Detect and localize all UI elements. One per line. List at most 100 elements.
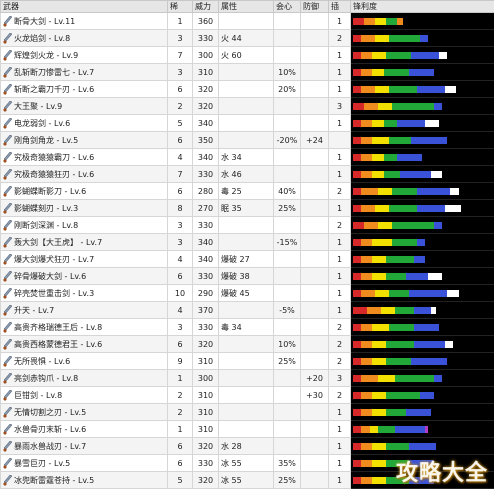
sharpness-segment-blue — [419, 391, 434, 399]
attack-cell: 330 — [192, 318, 219, 336]
table-row[interactable]: 刚断剑深渊 - Lv.8 3 330 2 — [0, 216, 494, 234]
sharpness-bar — [353, 238, 492, 246]
table-row[interactable]: 爆大剑爆犬狂刃 - Lv.7 4 340 爆破 27 1 — [0, 250, 494, 268]
sharpness-segment-red — [353, 51, 362, 59]
table-row[interactable]: 斩断之霸刀千刃 - Lv.6 6 320 20% 1 — [0, 80, 494, 98]
table-row[interactable]: 碎骨爆破大剑 - Lv.6 6 330 爆破 38 1 — [0, 267, 494, 285]
attack-cell: 310 — [192, 403, 219, 421]
slots-cell: 1 — [328, 301, 351, 319]
defense-cell — [300, 284, 329, 302]
sharpness-cell — [350, 437, 494, 455]
sharpness-segment-orange — [361, 255, 373, 263]
header-element[interactable]: 属性 — [218, 0, 274, 13]
sharpness-cell — [350, 233, 494, 251]
sharpness-segment-red — [353, 187, 362, 195]
table-row[interactable]: 水兽骨刃末斩 - Lv.6 1 310 1 — [0, 420, 494, 438]
defense-cell — [300, 318, 329, 336]
sharpness-segment-blue — [408, 442, 437, 450]
table-row[interactable]: 大王聚 - Lv.9 2 320 3 — [0, 97, 494, 115]
weapon-name: 火龙焰剑 - Lv.8 — [14, 33, 71, 43]
attack-cell: 310 — [192, 63, 219, 81]
table-row[interactable]: 高贵齐格瑞德王后 - Lv.8 3 330 毒 34 2 — [0, 318, 494, 336]
sharpness-segment-empty — [455, 85, 492, 93]
sharpness-segment-red — [353, 323, 362, 331]
defense-cell — [300, 29, 329, 47]
sharpness-segment-yellow — [378, 374, 395, 382]
attack-cell: 320 — [192, 97, 219, 115]
element-cell — [218, 386, 274, 404]
table-row[interactable]: 辉煌剑火龙 - Lv.9 7 300 火 60 1 — [0, 46, 494, 64]
header-defense[interactable]: 防御 — [300, 0, 329, 13]
rarity-cell: 4 — [167, 250, 193, 268]
weapon-name: 大王聚 - Lv.9 — [14, 101, 63, 111]
header-attack[interactable]: 威力 — [192, 0, 219, 13]
table-row[interactable]: 电龙弱剑 - Lv.6 5 340 1 — [0, 114, 494, 132]
table-row[interactable]: 刚角剑角龙 - Lv.5 6 350 -20% +24 — [0, 131, 494, 149]
header-weapon[interactable]: 武器 — [0, 0, 168, 13]
sharpness-bar — [353, 221, 492, 229]
header-affinity[interactable]: 会心 — [273, 0, 301, 13]
sharpness-segment-orange — [361, 374, 378, 382]
table-row[interactable]: 乱斩断刀惨雷七 - Lv.7 3 310 10% 1 — [0, 63, 494, 81]
table-row[interactable]: 巨钳剑 - Lv.8 2 310 +30 2 — [0, 386, 494, 404]
weapon-name: 断骨大剑 - Lv.11 — [14, 16, 76, 26]
attack-cell: 330 — [192, 454, 219, 472]
sharpness-bar — [353, 34, 492, 42]
sharpness-segment-yellow — [375, 34, 390, 42]
sharpness-cell — [350, 420, 494, 438]
header-rarity[interactable]: 稀 — [167, 0, 193, 13]
table-row[interactable]: 究极奇猿猿狂刃 - Lv.6 7 330 水 46 1 — [0, 165, 494, 183]
affinity-cell — [273, 114, 301, 132]
header-slots[interactable]: 插 — [328, 0, 351, 13]
sharpness-segment-empty — [439, 119, 492, 127]
table-row[interactable]: 暴雨水兽战刃 - Lv.7 6 320 水 28 1 — [0, 437, 494, 455]
element-cell: 火 44 — [218, 29, 274, 47]
slots-cell: 3 — [328, 97, 351, 115]
slots-cell: 1 — [328, 233, 351, 251]
affinity-cell — [273, 369, 301, 387]
table-row[interactable]: 影蝴蝶刻刃 - Lv.3 8 270 眠 35 25% 1 — [0, 199, 494, 217]
greatsword-icon — [3, 134, 12, 146]
table-row[interactable]: 火龙焰剑 - Lv.8 3 330 火 44 2 — [0, 29, 494, 47]
sharpness-segment-green — [391, 221, 434, 229]
attack-cell: 340 — [192, 233, 219, 251]
table-row[interactable]: 断骨大剑 - Lv.11 1 360 1 — [0, 12, 494, 30]
table-row[interactable]: 影蝴蝶断影刀 - Lv.6 6 280 毒 25 40% 2 — [0, 182, 494, 200]
table-row[interactable]: 无情切割之刃 - Lv.5 2 310 1 — [0, 403, 494, 421]
table-row[interactable]: 亮剑赤钩爪 - Lv.8 1 300 +20 3 — [0, 369, 494, 387]
slots-cell: 1 — [328, 471, 351, 489]
element-cell — [218, 335, 274, 353]
sharpness-cell — [350, 301, 494, 319]
attack-cell: 300 — [192, 369, 219, 387]
greatsword-icon — [3, 100, 12, 112]
table-row[interactable]: 碎壳焚世重击剑 - Lv.3 10 290 爆破 45 1 — [0, 284, 494, 302]
sharpness-segment-empty — [436, 306, 492, 314]
weapon-name-cell: 乱斩断刀惨雷七 - Lv.7 — [0, 63, 168, 81]
slots-cell: 3 — [328, 369, 351, 387]
sharpness-segment-red — [353, 476, 362, 484]
table-row[interactable]: 轰大剑【大王虎】 - Lv.7 3 340 -15% 1 — [0, 233, 494, 251]
sharpness-segment-orange — [361, 442, 373, 450]
element-cell — [218, 369, 274, 387]
greatsword-icon — [3, 66, 12, 78]
sharpness-segment-red — [353, 272, 362, 280]
sharpness-segment-blue — [414, 255, 426, 263]
greatsword-icon — [3, 338, 12, 350]
table-row[interactable]: 升天 - Lv.7 4 370 -5% 1 — [0, 301, 494, 319]
table-row[interactable]: 无所畏惧 - Lv.6 9 310 25% 2 — [0, 352, 494, 370]
sharpness-segment-yellow — [372, 340, 387, 348]
sharpness-bar — [353, 255, 492, 263]
table-row[interactable]: 高贵西格蒙德君王 - Lv.6 6 320 10% 2 — [0, 335, 494, 353]
greatsword-icon — [3, 474, 12, 486]
sharpness-segment-blue — [411, 357, 448, 365]
rarity-cell: 5 — [167, 114, 193, 132]
attack-cell: 280 — [192, 182, 219, 200]
sharpness-cell — [350, 97, 494, 115]
table-row[interactable]: 究极奇猿猿霸刀 - Lv.6 4 340 水 34 1 — [0, 148, 494, 166]
slots-cell: 1 — [328, 165, 351, 183]
sharpness-bar — [353, 136, 492, 144]
sharpness-segment-blue — [433, 374, 442, 382]
weapon-name: 轰大剑【大王虎】 - Lv.7 — [14, 237, 103, 247]
rarity-cell: 2 — [167, 403, 193, 421]
header-sharpness[interactable]: 锋利度 — [350, 0, 494, 13]
